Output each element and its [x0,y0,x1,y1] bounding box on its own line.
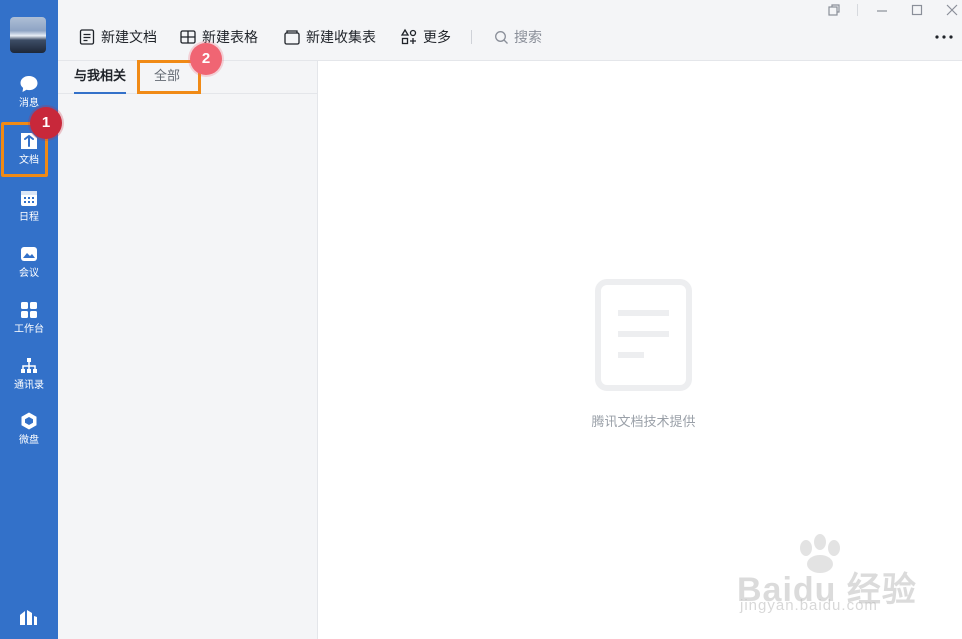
workbench-grid-icon [21,302,37,318]
rail-item-contacts[interactable]: 通讯录 [0,356,58,406]
search-icon [495,30,508,44]
new-document-button[interactable]: 新建文档 [78,27,157,47]
shapes-more-icon [400,28,417,45]
empty-document-icon [595,279,692,391]
drive-icon [21,412,37,430]
rail-item-label: 工作台 [14,324,44,335]
title-bar-divider [857,4,858,16]
more-options-icon[interactable] [934,28,954,44]
close-icon[interactable] [944,2,960,18]
left-rail: 消息 文档 日程 会议 工作台 通讯录 微盘 [0,0,58,639]
rail-item-label: 会议 [19,268,39,279]
table-grid-icon [180,30,196,44]
chat-bubble-icon [20,76,38,92]
new-document-label: 新建文档 [101,30,157,46]
tab-related-to-me[interactable]: 与我相关 [74,68,127,94]
empty-state-caption: 腾讯文档技术提供 [591,415,696,430]
document-list-panel: 与我相关 全部 [58,61,318,639]
rail-item-label: 日程 [19,212,39,223]
more-create-label: 更多 [423,30,451,46]
rail-item-workbench[interactable]: 工作台 [0,300,58,350]
rail-item-calendar[interactable]: 日程 [0,188,58,238]
maximize-icon[interactable] [909,2,925,18]
new-sheet-button[interactable]: 新建表格 [179,27,258,47]
collect-form-icon [284,30,300,45]
rail-item-drive[interactable]: 微盘 [0,411,58,461]
step-badge-1: 1 [30,107,62,139]
new-form-label: 新建收集表 [306,30,376,46]
calendar-icon [21,191,37,206]
document-preview-area: 腾讯文档技术提供 [319,61,962,639]
app-menu-icon[interactable] [17,606,39,628]
avatar[interactable] [10,17,46,53]
search-label: 搜索 [514,30,542,46]
more-create-button[interactable]: 更多 [400,27,451,47]
document-outline-icon [79,29,95,45]
watermark-url: jingyan.baidu.com [740,597,878,614]
minimize-icon[interactable] [874,2,890,18]
rail-item-meetings[interactable]: 会议 [0,244,58,294]
meeting-icon [21,247,37,261]
rail-item-label: 通讯录 [14,380,44,391]
search-button[interactable]: 搜索 [494,27,542,47]
step-badge-2: 2 [190,43,222,75]
new-form-button[interactable]: 新建收集表 [283,27,376,47]
rail-item-label: 微盘 [19,435,39,446]
toolbar-divider [471,30,472,44]
org-chart-icon [21,358,37,373]
pop-out-icon[interactable] [826,2,842,18]
